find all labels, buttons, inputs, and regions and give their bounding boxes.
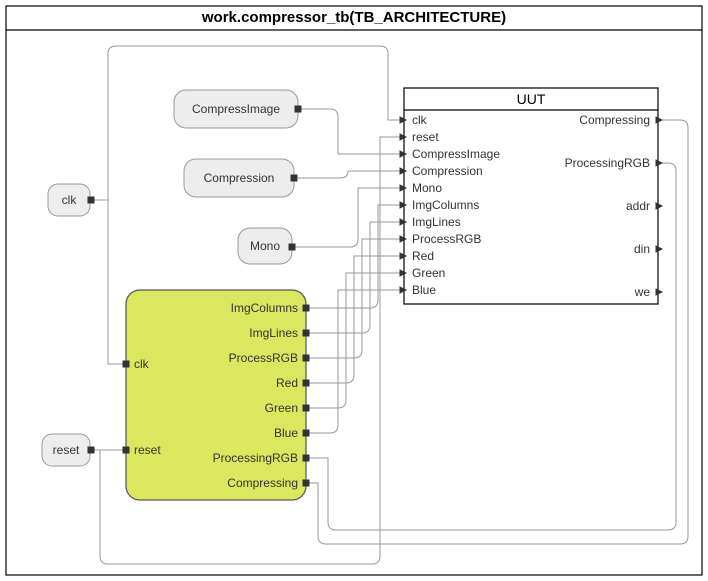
reset-source-block: reset <box>42 434 94 466</box>
svg-text:ProcessingRGB: ProcessingRGB <box>565 156 650 170</box>
svg-text:ImgLines: ImgLines <box>412 215 461 229</box>
svg-text:Blue: Blue <box>412 283 436 297</box>
svg-text:Green: Green <box>265 401 298 415</box>
svg-text:reset: reset <box>412 130 439 144</box>
svg-text:reset: reset <box>134 443 161 457</box>
svg-text:Green: Green <box>412 266 445 280</box>
compression-block: Compression <box>184 159 297 197</box>
svg-text:Compressing: Compressing <box>227 476 298 490</box>
svg-text:ProcessRGB: ProcessRGB <box>412 232 481 246</box>
svg-text:addr: addr <box>626 199 650 213</box>
diagram-canvas: work.compressor_tb(TB_ARCHITECTURE) <box>0 0 708 581</box>
svg-text:UUT: UUT <box>517 91 546 107</box>
svg-text:ProcessRGB: ProcessRGB <box>229 351 298 365</box>
svg-text:Mono: Mono <box>250 239 280 253</box>
svg-text:ImgLines: ImgLines <box>249 326 298 340</box>
svg-text:Mono: Mono <box>412 181 442 195</box>
svg-text:Red: Red <box>412 249 434 263</box>
mono-block: Mono <box>238 228 295 264</box>
uut-block: UUT clk reset CompressImage Compression … <box>400 88 662 304</box>
svg-text:Compressing: Compressing <box>579 113 650 127</box>
svg-text:din: din <box>634 242 650 256</box>
svg-text:Compression: Compression <box>412 164 483 178</box>
svg-text:ImgColumns: ImgColumns <box>412 198 479 212</box>
svg-text:we: we <box>634 285 651 299</box>
svg-text:ImgColumns: ImgColumns <box>231 301 298 315</box>
svg-text:reset: reset <box>53 443 80 457</box>
svg-text:Compression: Compression <box>204 171 275 185</box>
svg-text:clk: clk <box>412 113 428 127</box>
svg-text:Red: Red <box>276 376 298 390</box>
svg-text:Blue: Blue <box>274 426 298 440</box>
compressimage-block: CompressImage <box>174 90 301 128</box>
stimulus-block: clk reset ImgColumns ImgLines ProcessRGB… <box>123 290 309 500</box>
clk-source-block: clk <box>48 184 94 216</box>
svg-text:clk: clk <box>134 357 150 371</box>
diagram-title: work.compressor_tb(TB_ARCHITECTURE) <box>201 9 506 26</box>
svg-text:ProcessingRGB: ProcessingRGB <box>213 451 298 465</box>
svg-text:CompressImage: CompressImage <box>192 102 280 116</box>
svg-text:CompressImage: CompressImage <box>412 147 500 161</box>
svg-text:clk: clk <box>62 193 78 207</box>
